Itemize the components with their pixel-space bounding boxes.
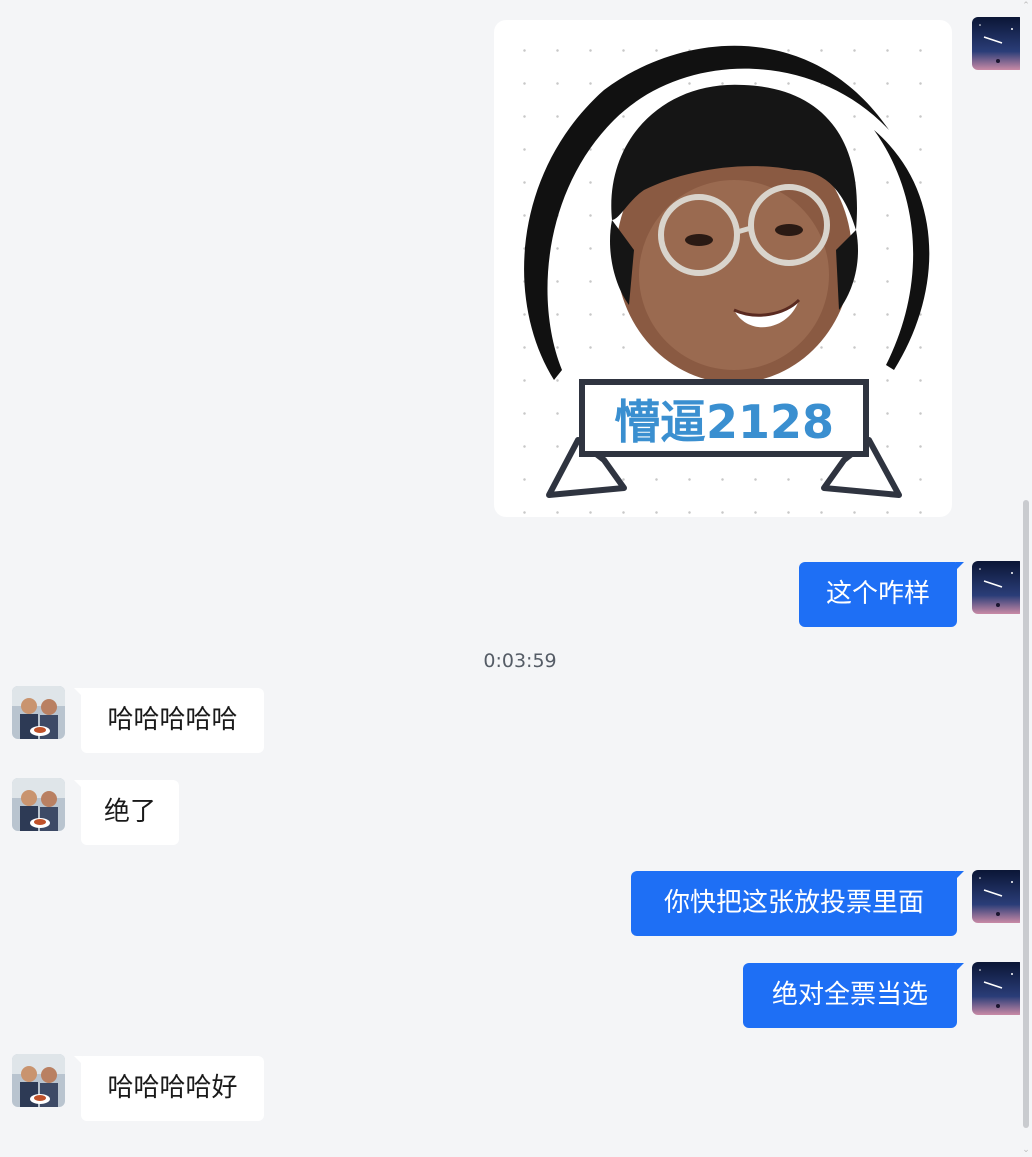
- my-avatar[interactable]: [972, 17, 1025, 70]
- my-avatar[interactable]: [972, 870, 1025, 923]
- contact-avatar[interactable]: [12, 778, 65, 831]
- night-sky-avatar-icon: [972, 17, 1025, 70]
- message-text: 绝对全票当选: [771, 980, 928, 1010]
- scroll-down-arrow-icon[interactable]: ⌄: [1022, 1146, 1030, 1155]
- contact-avatar[interactable]: [12, 686, 65, 739]
- night-sky-avatar-icon: [972, 870, 1025, 923]
- contact-photo-avatar-icon: [12, 1054, 65, 1107]
- chat-message-list[interactable]: 懵逼2128 这个咋样 0:03:59 哈哈哈哈哈 绝了 你快把这张放投票里面 …: [0, 0, 1025, 1157]
- message-text: 这个咋样: [825, 579, 930, 609]
- sticker-banner-text: 懵逼2128: [614, 395, 834, 449]
- my-avatar[interactable]: [972, 561, 1025, 614]
- message-text: 你快把这张放投票里面: [663, 888, 924, 918]
- message-text: 哈哈哈哈好: [107, 1073, 238, 1103]
- vertical-scrollbar[interactable]: ⌃ ⌄: [1020, 0, 1032, 1157]
- sticker-image: 懵逼2128: [524, 45, 930, 498]
- contact-photo-avatar-icon: [12, 778, 65, 831]
- sticker-image-message[interactable]: 懵逼2128: [494, 20, 952, 517]
- incoming-message-bubble[interactable]: 哈哈哈哈哈: [74, 688, 264, 753]
- contact-photo-avatar-icon: [12, 686, 65, 739]
- night-sky-avatar-icon: [972, 962, 1025, 1015]
- message-timestamp: 0:03:59: [483, 650, 557, 672]
- incoming-message-bubble[interactable]: 哈哈哈哈好: [74, 1056, 264, 1121]
- night-sky-avatar-icon: [972, 561, 1025, 614]
- contact-avatar[interactable]: [12, 1054, 65, 1107]
- outgoing-message-bubble[interactable]: 这个咋样: [799, 562, 964, 627]
- message-text: 绝了: [103, 797, 156, 827]
- scroll-up-arrow-icon[interactable]: ⌃: [1022, 2, 1030, 11]
- outgoing-message-bubble[interactable]: 你快把这张放投票里面: [631, 871, 964, 936]
- outgoing-message-bubble[interactable]: 绝对全票当选: [743, 963, 964, 1028]
- message-text: 哈哈哈哈哈: [107, 705, 238, 735]
- my-avatar[interactable]: [972, 962, 1025, 1015]
- incoming-message-bubble[interactable]: 绝了: [74, 780, 179, 845]
- scrollbar-thumb[interactable]: [1023, 500, 1029, 1128]
